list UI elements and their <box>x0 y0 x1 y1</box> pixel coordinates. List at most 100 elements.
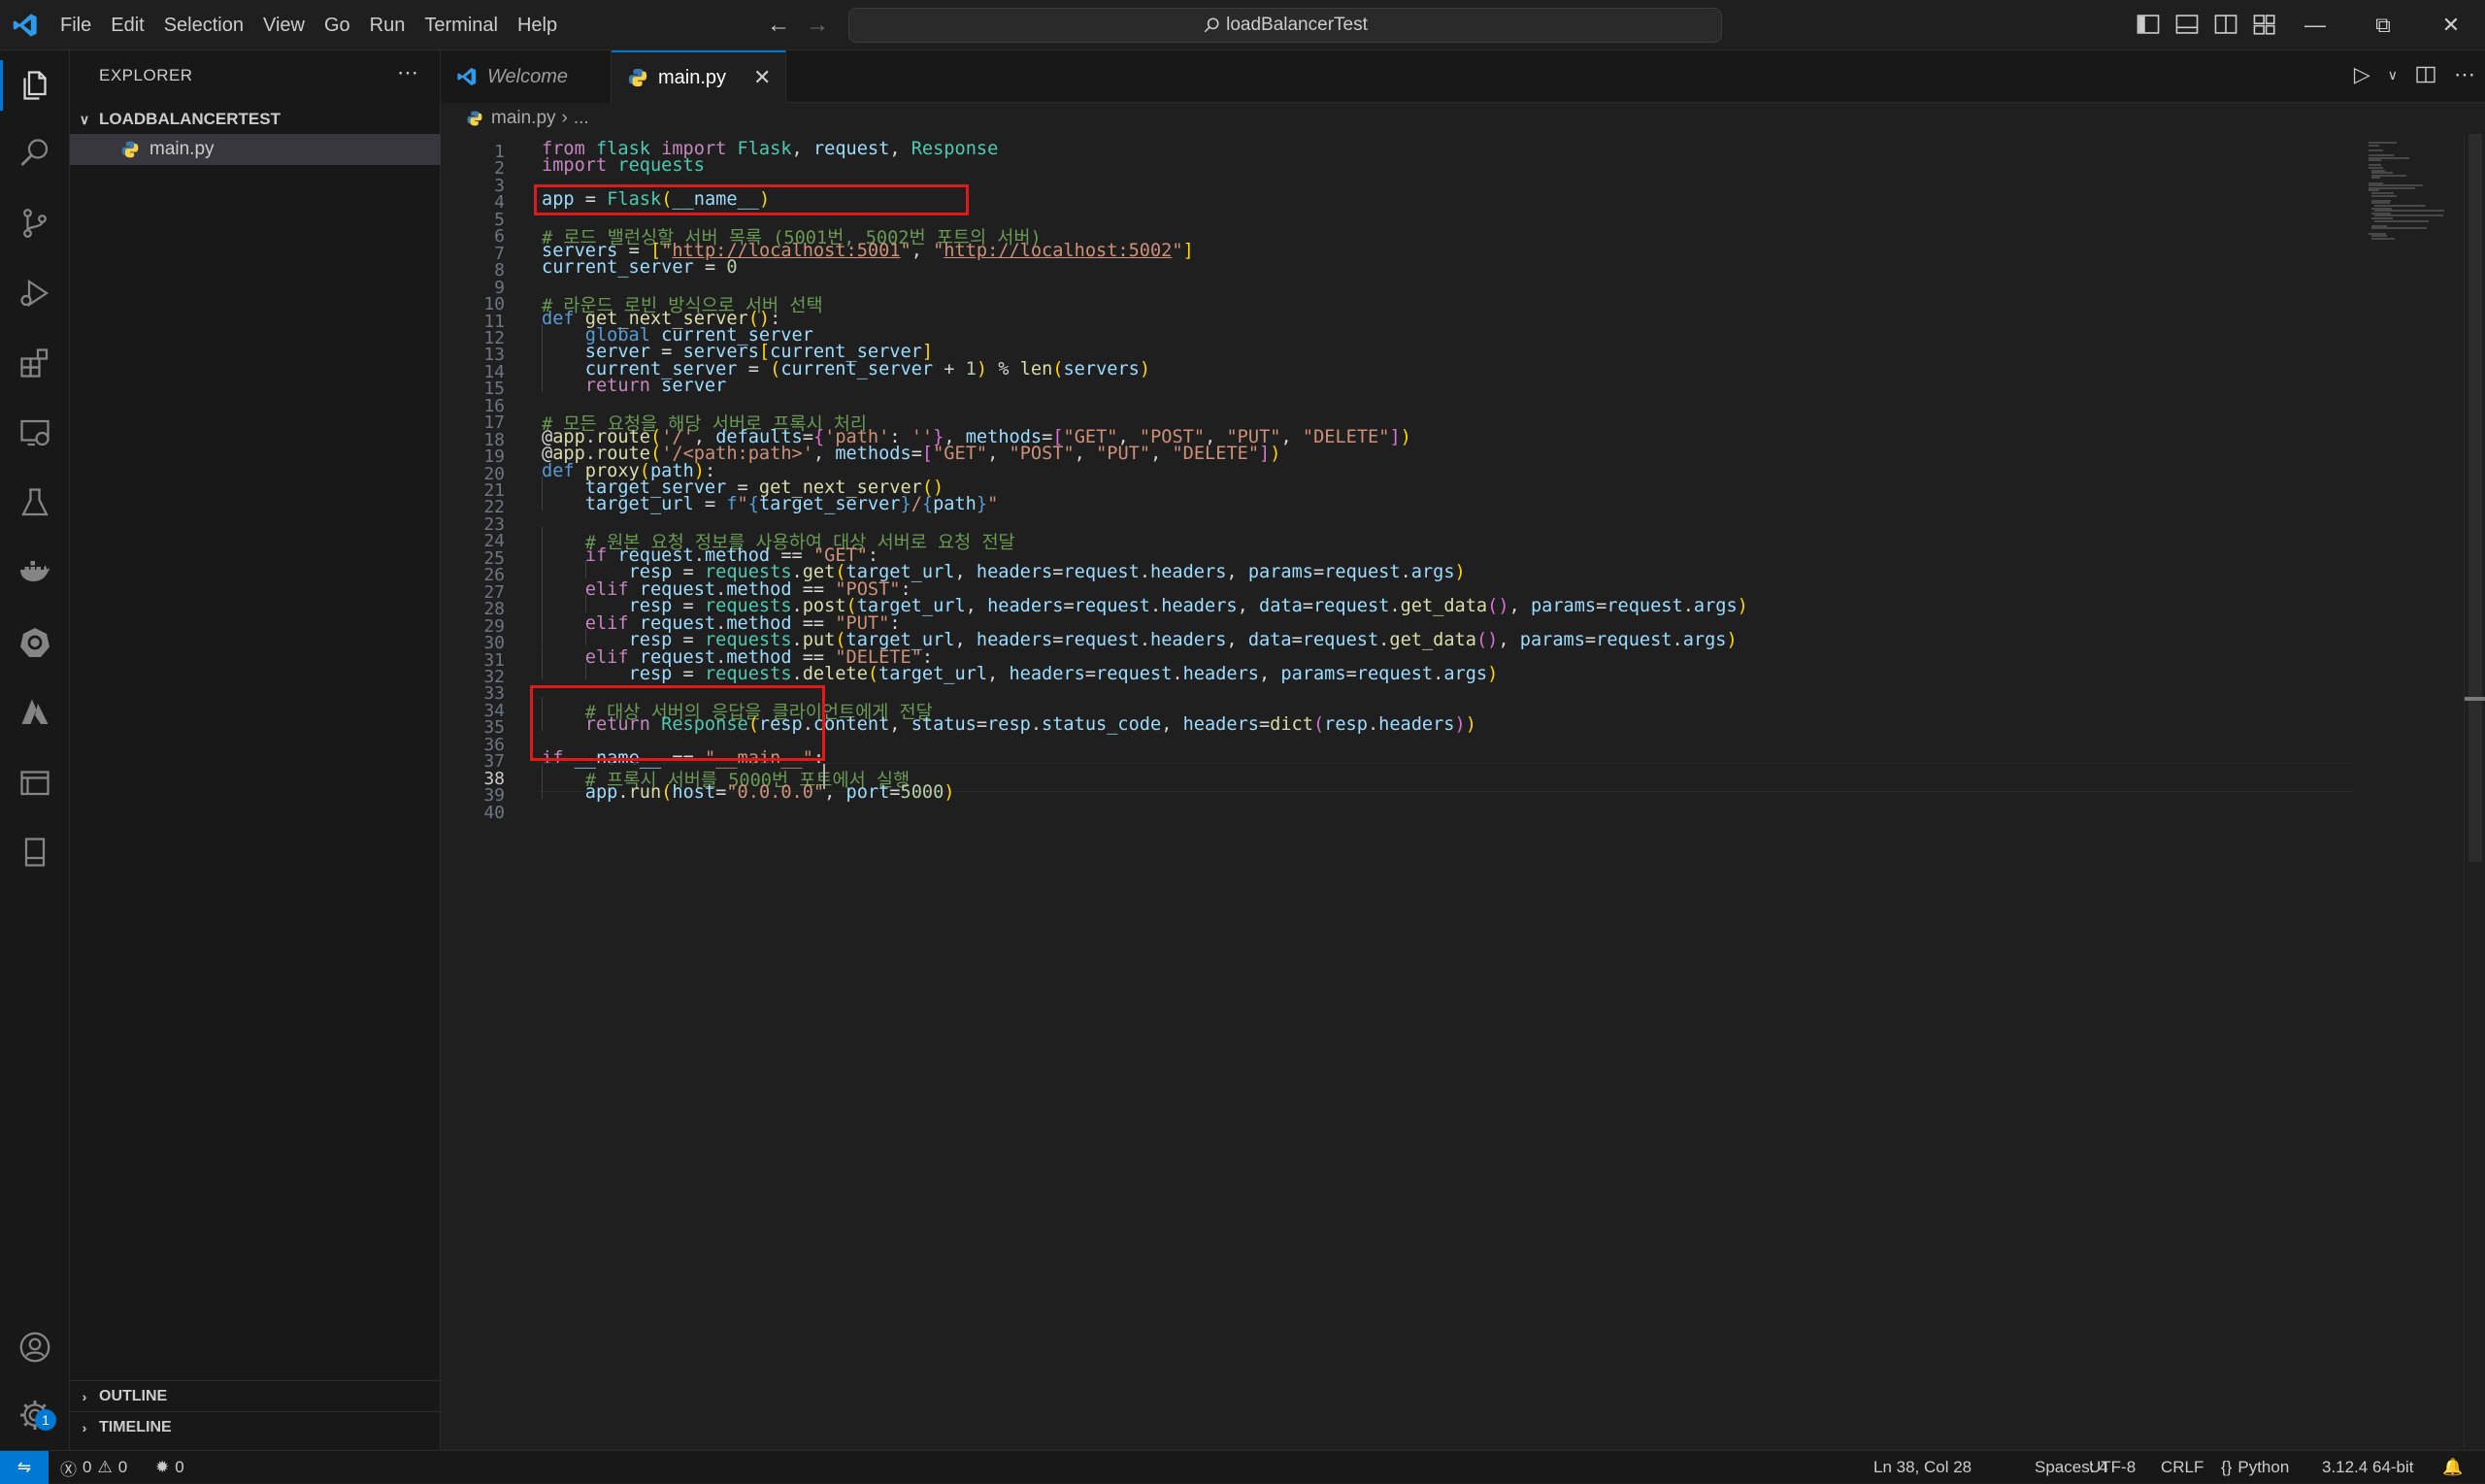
command-center[interactable]: loadBalancerTest <box>848 8 1722 43</box>
line-endings[interactable]: CRLF <box>2161 1451 2203 1484</box>
code-editor[interactable]: 1 2 3 4 5 6 7 8 9 10 11 12 13 14 15 16 17 18 19 20 21 22 23 24 2… <box>441 134 2485 1450</box>
scrollbar-slider[interactable] <box>2468 134 2482 862</box>
code-line[interactable]: app.run(host="0.0.0.0", port=5000) <box>542 782 955 803</box>
encoding[interactable]: UTF-8 <box>2089 1451 2136 1484</box>
notifications-bell-icon[interactable]: 🔔 <box>2442 1451 2463 1484</box>
minimap[interactable] <box>2353 134 2469 250</box>
indent-guide <box>542 595 543 612</box>
indent-guide <box>542 527 543 544</box>
tab-welcome[interactable]: Welcome <box>441 50 612 103</box>
ports-indicator[interactable]: ✹ 0 <box>155 1451 184 1484</box>
python-interpreter[interactable]: 3.12.4 64-bit <box>2322 1451 2414 1484</box>
remote-explorer-icon[interactable] <box>16 413 54 452</box>
testing-icon[interactable] <box>16 483 54 522</box>
azure-icon[interactable] <box>16 693 54 732</box>
active-view-indicator <box>0 60 3 111</box>
toggle-secondary-sidebar-icon[interactable] <box>2213 12 2238 37</box>
timeline-label: TIMELINE <box>99 1418 172 1435</box>
vscode-logo-icon <box>457 67 477 86</box>
forward-arrow-icon[interactable]: → <box>806 12 829 39</box>
split-editor-icon[interactable] <box>2415 64 2436 85</box>
explorer-sidebar: EXPLORER ⋯ ∨ LOADBALANCERTEST main.py › … <box>70 50 441 1450</box>
layout-controls <box>2136 12 2277 37</box>
ports-count: 0 <box>175 1458 184 1476</box>
run-python-file-icon[interactable]: ▷ <box>2354 62 2370 87</box>
breadcrumb-file[interactable]: main.py <box>491 108 556 129</box>
bookmark-book-icon[interactable] <box>16 833 54 872</box>
indent-guide <box>584 595 586 612</box>
minimap-line <box>2370 227 2428 230</box>
editor-actions: ▷ ∨ ⋯ <box>2354 62 2475 87</box>
vertical-scrollbar[interactable] <box>2464 134 2485 1450</box>
minimap-line <box>2370 237 2395 240</box>
toggle-primary-sidebar-icon[interactable] <box>2136 12 2161 37</box>
file-item-main-py[interactable]: main.py <box>70 134 441 165</box>
accounts-icon[interactable] <box>16 1328 54 1367</box>
kubernetes-icon[interactable] <box>16 623 54 662</box>
breadcrumb-symbol[interactable]: ... <box>574 108 589 129</box>
code-line[interactable]: target_url = f"{target_server}/{path}" <box>542 494 999 514</box>
highlight-box-main-block <box>530 685 825 761</box>
settings-badge: 1 <box>35 1409 56 1431</box>
indent-guide <box>542 323 543 342</box>
restore-icon[interactable]: ⧉ <box>2349 0 2417 50</box>
timeline-section[interactable]: › TIMELINE <box>70 1411 441 1442</box>
cursor-position[interactable]: Ln 38, Col 28 <box>1873 1451 1971 1484</box>
menu-view[interactable]: View <box>253 8 315 43</box>
more-actions-icon[interactable]: ⋯ <box>397 60 418 85</box>
minimap-line <box>2370 194 2398 197</box>
language-mode[interactable]: {} Python <box>2221 1451 2289 1484</box>
problems-indicator[interactable]: Ⓧ 0 ⚠ 0 <box>60 1451 127 1484</box>
minimap-line <box>2370 177 2380 180</box>
close-tab-icon[interactable]: ✕ <box>753 65 771 90</box>
menu-edit[interactable]: Edit <box>101 8 153 43</box>
error-count: 0 <box>83 1458 92 1476</box>
indent-guide <box>542 561 543 578</box>
menu-terminal[interactable]: Terminal <box>414 8 508 43</box>
explorer-icon[interactable] <box>16 66 54 105</box>
extensions-icon[interactable] <box>16 344 54 382</box>
minimize-icon[interactable]: — <box>2281 0 2349 50</box>
more-actions-icon[interactable]: ⋯ <box>2454 62 2475 87</box>
menu-run[interactable]: Run <box>360 8 415 43</box>
remote-windows-icon[interactable] <box>16 763 54 802</box>
close-window-icon[interactable]: ✕ <box>2417 0 2485 50</box>
indent-guide <box>542 375 543 392</box>
indent-guide <box>542 493 543 511</box>
tab-bar: Welcome main.py ✕ ▷ ∨ ⋯ <box>441 50 2485 103</box>
indent-guide <box>542 544 543 562</box>
remote-indicator-icon[interactable]: ⇋ <box>0 1451 49 1484</box>
folder-header[interactable]: ∨ LOADBALANCERTEST <box>70 105 441 134</box>
run-debug-icon[interactable] <box>16 274 54 313</box>
back-arrow-icon[interactable]: ← <box>767 12 790 39</box>
tab-label: main.py <box>658 66 727 88</box>
outline-section[interactable]: › OUTLINE <box>70 1380 441 1411</box>
chevron-down-icon[interactable]: ∨ <box>2388 67 2398 83</box>
sidebar-title: EXPLORER <box>99 66 193 84</box>
language-label: Python <box>2237 1458 2290 1476</box>
indent-guide <box>584 561 586 578</box>
chevron-right-icon: › <box>82 1419 87 1435</box>
indent-guide <box>542 629 543 646</box>
menu-help[interactable]: Help <box>508 8 567 43</box>
indent-guide <box>542 477 543 494</box>
code-line[interactable]: return server <box>542 376 727 396</box>
indent-guide <box>542 611 543 630</box>
search-view-icon[interactable] <box>16 134 54 173</box>
customize-layout-icon[interactable] <box>2252 12 2277 37</box>
menu-go[interactable]: Go <box>315 8 360 43</box>
menu-file[interactable]: File <box>50 8 101 43</box>
source-control-icon[interactable] <box>16 204 54 243</box>
code-line[interactable]: resp = requests.delete(target_url, heade… <box>542 664 1499 684</box>
tab-main-py[interactable]: main.py ✕ <box>612 50 786 103</box>
toggle-panel-icon[interactable] <box>2174 12 2200 37</box>
docker-icon[interactable] <box>16 553 54 592</box>
chevron-right-icon: › <box>82 1388 87 1404</box>
code-line[interactable]: current_server = 0 <box>542 257 738 278</box>
outline-label: OUTLINE <box>99 1387 168 1404</box>
code-line[interactable]: import requests <box>542 155 705 176</box>
indent-guide <box>542 781 543 799</box>
indent-guide <box>542 662 543 680</box>
menu-selection[interactable]: Selection <box>154 8 253 43</box>
indent-guide <box>542 341 543 358</box>
